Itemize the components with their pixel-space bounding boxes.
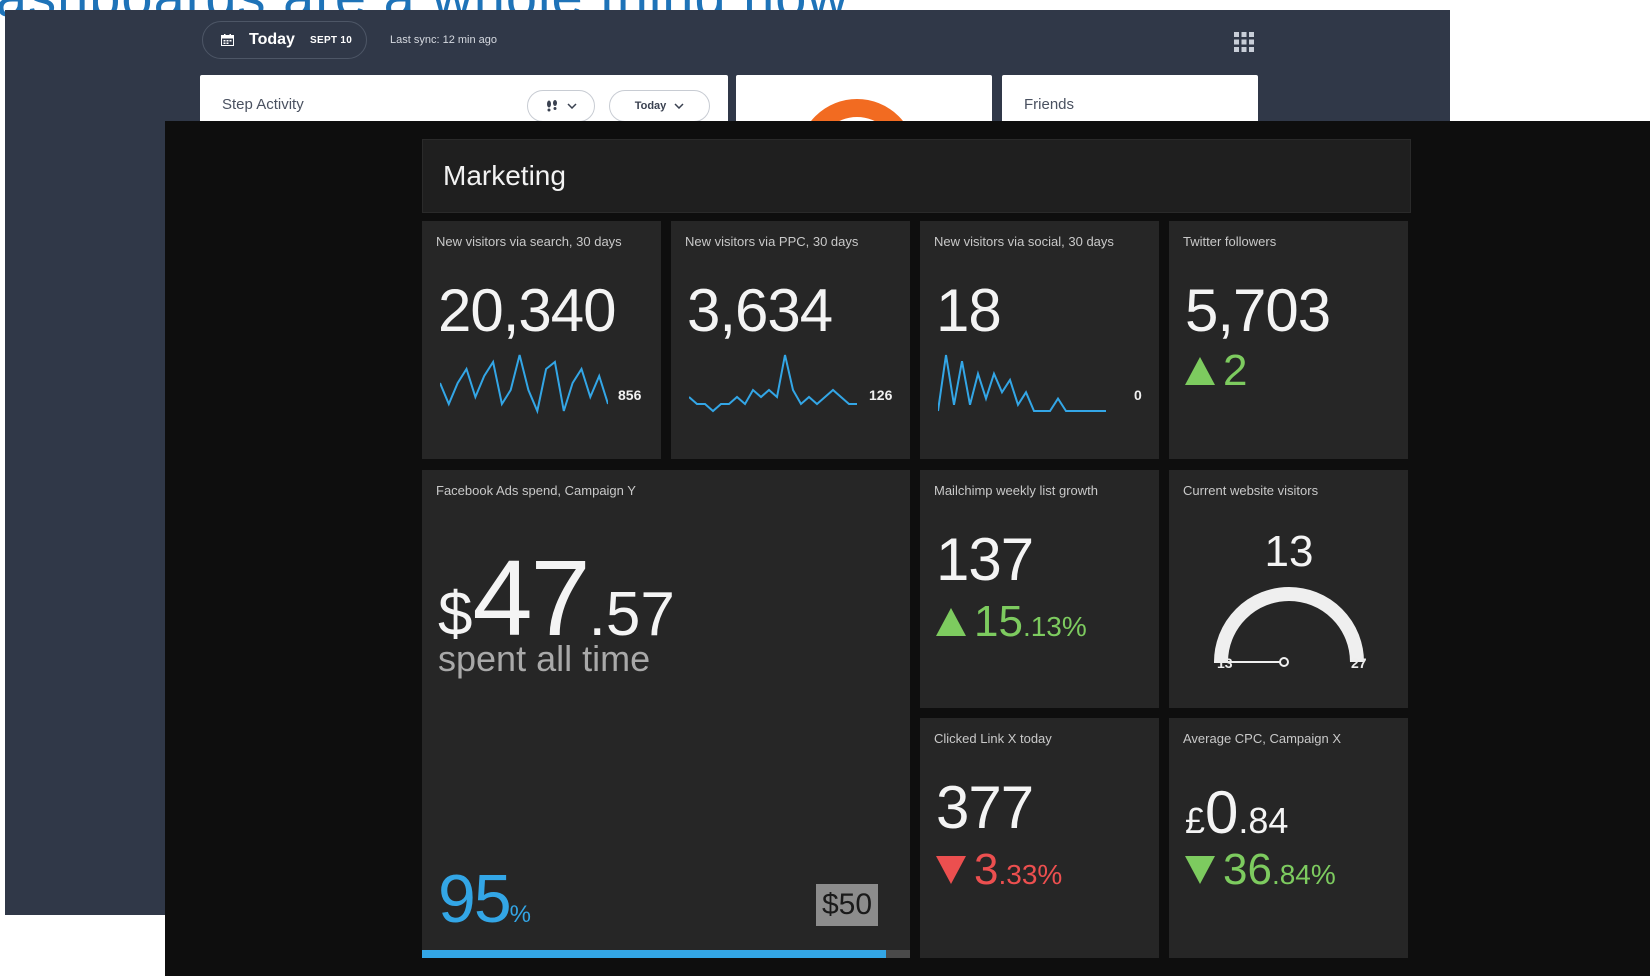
range-dropdown-value: Today xyxy=(634,100,667,112)
tile-social-visitors[interactable]: New visitors via social, 30 days 18 0 xyxy=(920,221,1159,459)
delta-main: 36 xyxy=(1223,845,1272,894)
tile-title: Current website visitors xyxy=(1183,483,1319,498)
visitors-gauge xyxy=(1214,587,1364,667)
dashboard-header: Marketing xyxy=(422,139,1411,213)
delta-main: 3 xyxy=(974,845,999,894)
marketing-dashboard: Marketing New visitors via search, 30 da… xyxy=(165,121,1650,976)
sparkline xyxy=(440,354,608,415)
spend-caption: spent all time xyxy=(438,638,651,679)
dashboard-title: Marketing xyxy=(443,160,566,191)
metric-value: 377 xyxy=(936,774,1034,841)
metric-value: 5,703 xyxy=(1185,277,1331,344)
up-arrow-icon xyxy=(936,608,966,636)
up-arrow-icon xyxy=(1185,357,1215,385)
metric-delta: 3.33% xyxy=(936,848,1062,897)
delta-decimal: .84% xyxy=(1271,859,1336,890)
friends-title: Friends xyxy=(1024,96,1075,113)
delta-decimal: .13% xyxy=(1022,611,1087,642)
down-arrow-icon xyxy=(936,856,966,884)
apps-grid-icon[interactable] xyxy=(1233,31,1255,53)
value-decimal: .84 xyxy=(1238,800,1289,841)
date-selector[interactable]: Today SEPT 10 xyxy=(202,21,367,59)
budget-goal: $50 xyxy=(816,884,879,926)
sync-status: Last sync: 12 min ago xyxy=(390,34,498,46)
tile-title: New visitors via search, 30 days xyxy=(436,234,622,249)
date-today-label: Today xyxy=(249,31,295,48)
tile-mailchimp-growth[interactable]: Mailchimp weekly list growth 137 15.13% xyxy=(920,470,1159,708)
sparkline-last-value: 0 xyxy=(1134,387,1142,403)
percent-sign: % xyxy=(509,901,531,928)
budget-progress-fill xyxy=(422,950,886,958)
date-label: SEPT 10 xyxy=(310,34,353,46)
metric-delta: 36.84% xyxy=(1185,848,1336,897)
tile-title: New visitors via social, 30 days xyxy=(934,234,1114,249)
metric-delta: 15.13% xyxy=(936,600,1087,649)
tile-twitter-followers[interactable]: Twitter followers 5,703 2 xyxy=(1169,221,1408,459)
sparkline-last-value: 126 xyxy=(869,387,893,403)
calendar-icon xyxy=(221,34,234,46)
percent-value: 95 xyxy=(438,861,512,937)
sparkline-path xyxy=(440,354,608,415)
range-dropdown[interactable]: Today xyxy=(609,90,710,122)
delta-value: 2 xyxy=(1223,346,1248,395)
metric-value: 18 xyxy=(936,277,1002,344)
tile-title: Facebook Ads spend, Campaign Y xyxy=(436,483,636,498)
metric-value: 3,634 xyxy=(687,277,833,344)
tile-current-visitors[interactable]: Current website visitors 13 13 27 xyxy=(1169,470,1408,708)
tile-ppc-visitors[interactable]: New visitors via PPC, 30 days 3,634 126 xyxy=(671,221,910,459)
metric-delta: 2 xyxy=(1185,349,1247,393)
tile-search-visitors[interactable]: New visitors via search, 30 days 20,340 … xyxy=(422,221,661,459)
footsteps-icon xyxy=(547,100,557,112)
delta-decimal: .33% xyxy=(998,859,1063,890)
tile-clicked-link[interactable]: Clicked Link X today 377 3.33% xyxy=(920,718,1159,958)
currency-symbol: £ xyxy=(1185,800,1206,841)
sparkline xyxy=(689,354,857,413)
sparkline xyxy=(938,354,1106,412)
chevron-down-icon xyxy=(567,103,577,109)
tile-title: Mailchimp weekly list growth xyxy=(934,483,1098,498)
sparkline-path xyxy=(689,354,857,413)
sparkline-path xyxy=(938,354,1106,412)
metric-dropdown[interactable] xyxy=(527,90,595,122)
metric-value: 20,340 xyxy=(438,277,617,344)
down-arrow-icon xyxy=(1185,856,1215,884)
tile-title: New visitors via PPC, 30 days xyxy=(685,234,859,249)
sparkline-last-value: 856 xyxy=(618,387,642,403)
metric-value: 137 xyxy=(936,526,1034,593)
gauge-min: 13 xyxy=(1217,655,1233,671)
step-activity-title: Step Activity xyxy=(222,96,304,113)
tile-title: Average CPC, Campaign X xyxy=(1183,731,1342,746)
chevron-down-icon xyxy=(674,103,684,109)
value-main: 0 xyxy=(1205,779,1239,846)
tile-title: Twitter followers xyxy=(1183,234,1277,249)
gauge-pivot xyxy=(1279,657,1289,667)
cpc-value: £0.84 xyxy=(1185,778,1288,847)
tile-average-cpc[interactable]: Average CPC, Campaign X £0.84 36.84% xyxy=(1169,718,1408,958)
budget-percent: 95% xyxy=(438,860,531,938)
tile-facebook-spend[interactable]: Facebook Ads spend, Campaign Y $47.57 sp… xyxy=(422,470,910,958)
gauge-max: 27 xyxy=(1351,655,1367,671)
tile-title: Clicked Link X today xyxy=(934,731,1052,746)
delta-main: 15 xyxy=(974,597,1023,646)
budget-progress-track xyxy=(422,950,910,958)
